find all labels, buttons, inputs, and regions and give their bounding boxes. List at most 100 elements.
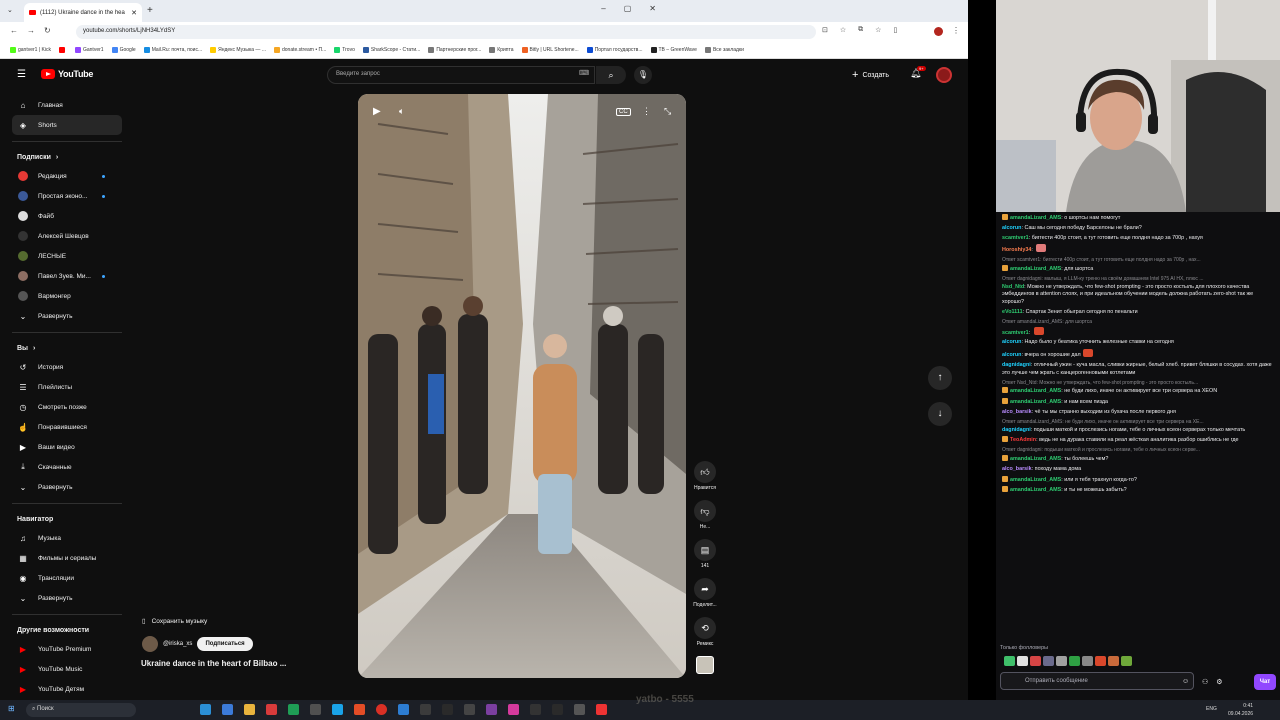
app-icon[interactable]: [310, 704, 321, 715]
sidebar-item[interactable]: ◷ Смотреть позже: [12, 397, 122, 417]
sidebar-section-header[interactable]: Навигатор: [12, 510, 122, 528]
bookmarks-icon[interactable]: ☆: [875, 26, 881, 34]
keyboard-icon[interactable]: ⌨: [579, 69, 589, 77]
sidepanel-icon[interactable]: ▯: [893, 26, 897, 34]
bookmark-item[interactable]: donate.stream • П...: [270, 47, 330, 53]
emoji-icon[interactable]: ☺: [1182, 678, 1189, 685]
chat-username[interactable]: amandaLizard_AMS: [1010, 399, 1061, 405]
emote-icon[interactable]: [1069, 656, 1080, 666]
chat-username[interactable]: dagnidagni: [1002, 362, 1031, 368]
bookmark-item[interactable]: Google: [108, 47, 140, 53]
chat-username[interactable]: alco_barsik: [1002, 409, 1032, 415]
bookmark-item[interactable]: Все закладки: [701, 47, 748, 53]
chat-username[interactable]: ТеоАdmin: [1010, 437, 1036, 443]
close-window-icon[interactable]: ✕: [649, 4, 656, 13]
extensions-icon[interactable]: ⧉: [858, 26, 863, 34]
audio-thumbnail[interactable]: [696, 656, 714, 674]
mic-icon[interactable]: 🎙︎: [634, 66, 652, 84]
chat-username[interactable]: amandaLizard_AMS: [1010, 266, 1061, 272]
sidebar-item[interactable]: ▶ YouTube Premium: [12, 639, 122, 659]
profile-avatar[interactable]: [934, 27, 943, 36]
sidebar-item[interactable]: ЛЕСНЫЕ: [12, 246, 122, 266]
dislike-button[interactable]: 👎︎ Не...: [692, 500, 718, 530]
maximize-icon[interactable]: ▢: [624, 4, 632, 13]
sidebar-item[interactable]: ▶ Ваши видео: [12, 437, 122, 457]
bookmark-item[interactable]: Mail.Ru: почта, поис...: [140, 47, 206, 53]
app-icon[interactable]: [332, 704, 343, 715]
clock[interactable]: 0:41 09.04.2026: [1228, 702, 1253, 718]
sidebar-item[interactable]: ⌄ Развернуть: [12, 306, 122, 326]
sidebar-item[interactable]: ▶ YouTube Детям: [12, 679, 122, 699]
sidebar-item[interactable]: Редакция: [12, 166, 122, 186]
emote-icon[interactable]: [1095, 656, 1106, 666]
windows-start-icon[interactable]: ⊞: [8, 704, 15, 713]
channel-avatar[interactable]: [142, 636, 158, 652]
chrome-icon[interactable]: [376, 704, 387, 715]
bookmark-item[interactable]: Gantver1: [71, 47, 108, 53]
play-icon[interactable]: ▶: [373, 106, 381, 117]
browser-tab[interactable]: (1112) Ukraine dance in the hea ✕: [24, 3, 142, 22]
chat-username[interactable]: amandaLizard_AMS: [1010, 487, 1061, 493]
app-icon[interactable]: [574, 704, 585, 715]
taskbar-search[interactable]: ⌕ Поиск: [26, 703, 136, 717]
avatar[interactable]: [936, 67, 952, 83]
chat-username[interactable]: alco_barsik: [1002, 466, 1032, 472]
emote-icon[interactable]: [1004, 656, 1015, 666]
sidebar-item[interactable]: Алексей Шевцов: [12, 226, 122, 246]
sidebar-item[interactable]: ⌂ Главная: [12, 95, 122, 115]
sidebar-item[interactable]: ☝ Понравившиеся: [12, 417, 122, 437]
chat-settings-icon[interactable]: ⚙: [1216, 678, 1222, 686]
sidebar-item[interactable]: ◈ Shorts: [12, 115, 122, 135]
chat-username[interactable]: alcorun: [1002, 339, 1021, 345]
emote-icon[interactable]: [1121, 656, 1132, 666]
bookmark-item[interactable]: Крипта: [485, 47, 517, 53]
chat-username[interactable]: amandaLizard_AMS: [1010, 456, 1061, 462]
save-music-button[interactable]: ▯ Сохранить музыку: [142, 617, 207, 626]
channel-name[interactable]: @iriska_xs: [163, 641, 192, 647]
app-icon[interactable]: [596, 704, 607, 715]
app-icon[interactable]: [354, 704, 365, 715]
sidebar-item[interactable]: ♫ Музыка: [12, 528, 122, 548]
chat-input[interactable]: Отправить сообщение: [1000, 672, 1194, 690]
chat-username[interactable]: Nsd_Ntd: [1002, 284, 1024, 290]
more-icon[interactable]: ⋮: [642, 106, 651, 117]
search-button[interactable]: ⌕: [596, 66, 626, 84]
app-icon[interactable]: [508, 704, 519, 715]
app-icon[interactable]: [530, 704, 541, 715]
short-title[interactable]: Ukraine dance in the heart of Bilbao ...: [141, 659, 286, 668]
back-icon[interactable]: ←: [10, 26, 18, 35]
emote-icon[interactable]: [1030, 656, 1041, 666]
chat-send-button[interactable]: Чат: [1254, 674, 1276, 690]
bookmark-star-icon[interactable]: ☆: [840, 26, 846, 34]
emote-icon[interactable]: [1082, 656, 1093, 666]
menu-icon[interactable]: ☰: [17, 69, 26, 80]
chat-username[interactable]: amandaLizard_AMS: [1010, 215, 1061, 221]
share-button[interactable]: ➦ Поделит...: [692, 578, 718, 608]
forward-icon[interactable]: →: [27, 26, 35, 35]
bookmark-item[interactable]: Trovo: [330, 47, 359, 53]
bookmark-item[interactable]: [55, 47, 71, 53]
chat-username[interactable]: dagnidagni: [1002, 427, 1031, 433]
chat-username[interactable]: amandaLizard_AMS: [1010, 477, 1061, 483]
app-icon[interactable]: [266, 704, 277, 715]
chrome-menu-icon[interactable]: ⋮: [952, 26, 960, 35]
bookmark-item[interactable]: Портал государств...: [583, 47, 647, 53]
chat-username[interactable]: scamtver1: [1002, 235, 1029, 241]
explorer-icon[interactable]: [244, 704, 255, 715]
tab-search-icon[interactable]: ⌄: [7, 6, 13, 14]
sidebar-item[interactable]: ↺ История: [12, 357, 122, 377]
app-icon[interactable]: [552, 704, 563, 715]
bookmark-item[interactable]: Bitly | URL Shortene...: [518, 47, 583, 53]
sidebar-item[interactable]: ☰ Плейлисты: [12, 377, 122, 397]
language-indicator[interactable]: ENG: [1206, 706, 1217, 712]
sidebar-section-header[interactable]: Другие возможности: [12, 621, 122, 639]
fullscreen-icon[interactable]: ⤡: [664, 106, 671, 117]
install-icon[interactable]: ⊡: [822, 26, 828, 34]
create-button[interactable]: + Создать: [846, 66, 895, 84]
sidebar-item[interactable]: ▦ Фильмы и сериалы: [12, 548, 122, 568]
chat-username[interactable]: Horoshiy34: [1002, 247, 1031, 253]
app-icon[interactable]: [486, 704, 497, 715]
emote-icon[interactable]: [1108, 656, 1119, 666]
chat-username[interactable]: scamtver1: [1002, 330, 1029, 336]
app-icon[interactable]: [398, 704, 409, 715]
